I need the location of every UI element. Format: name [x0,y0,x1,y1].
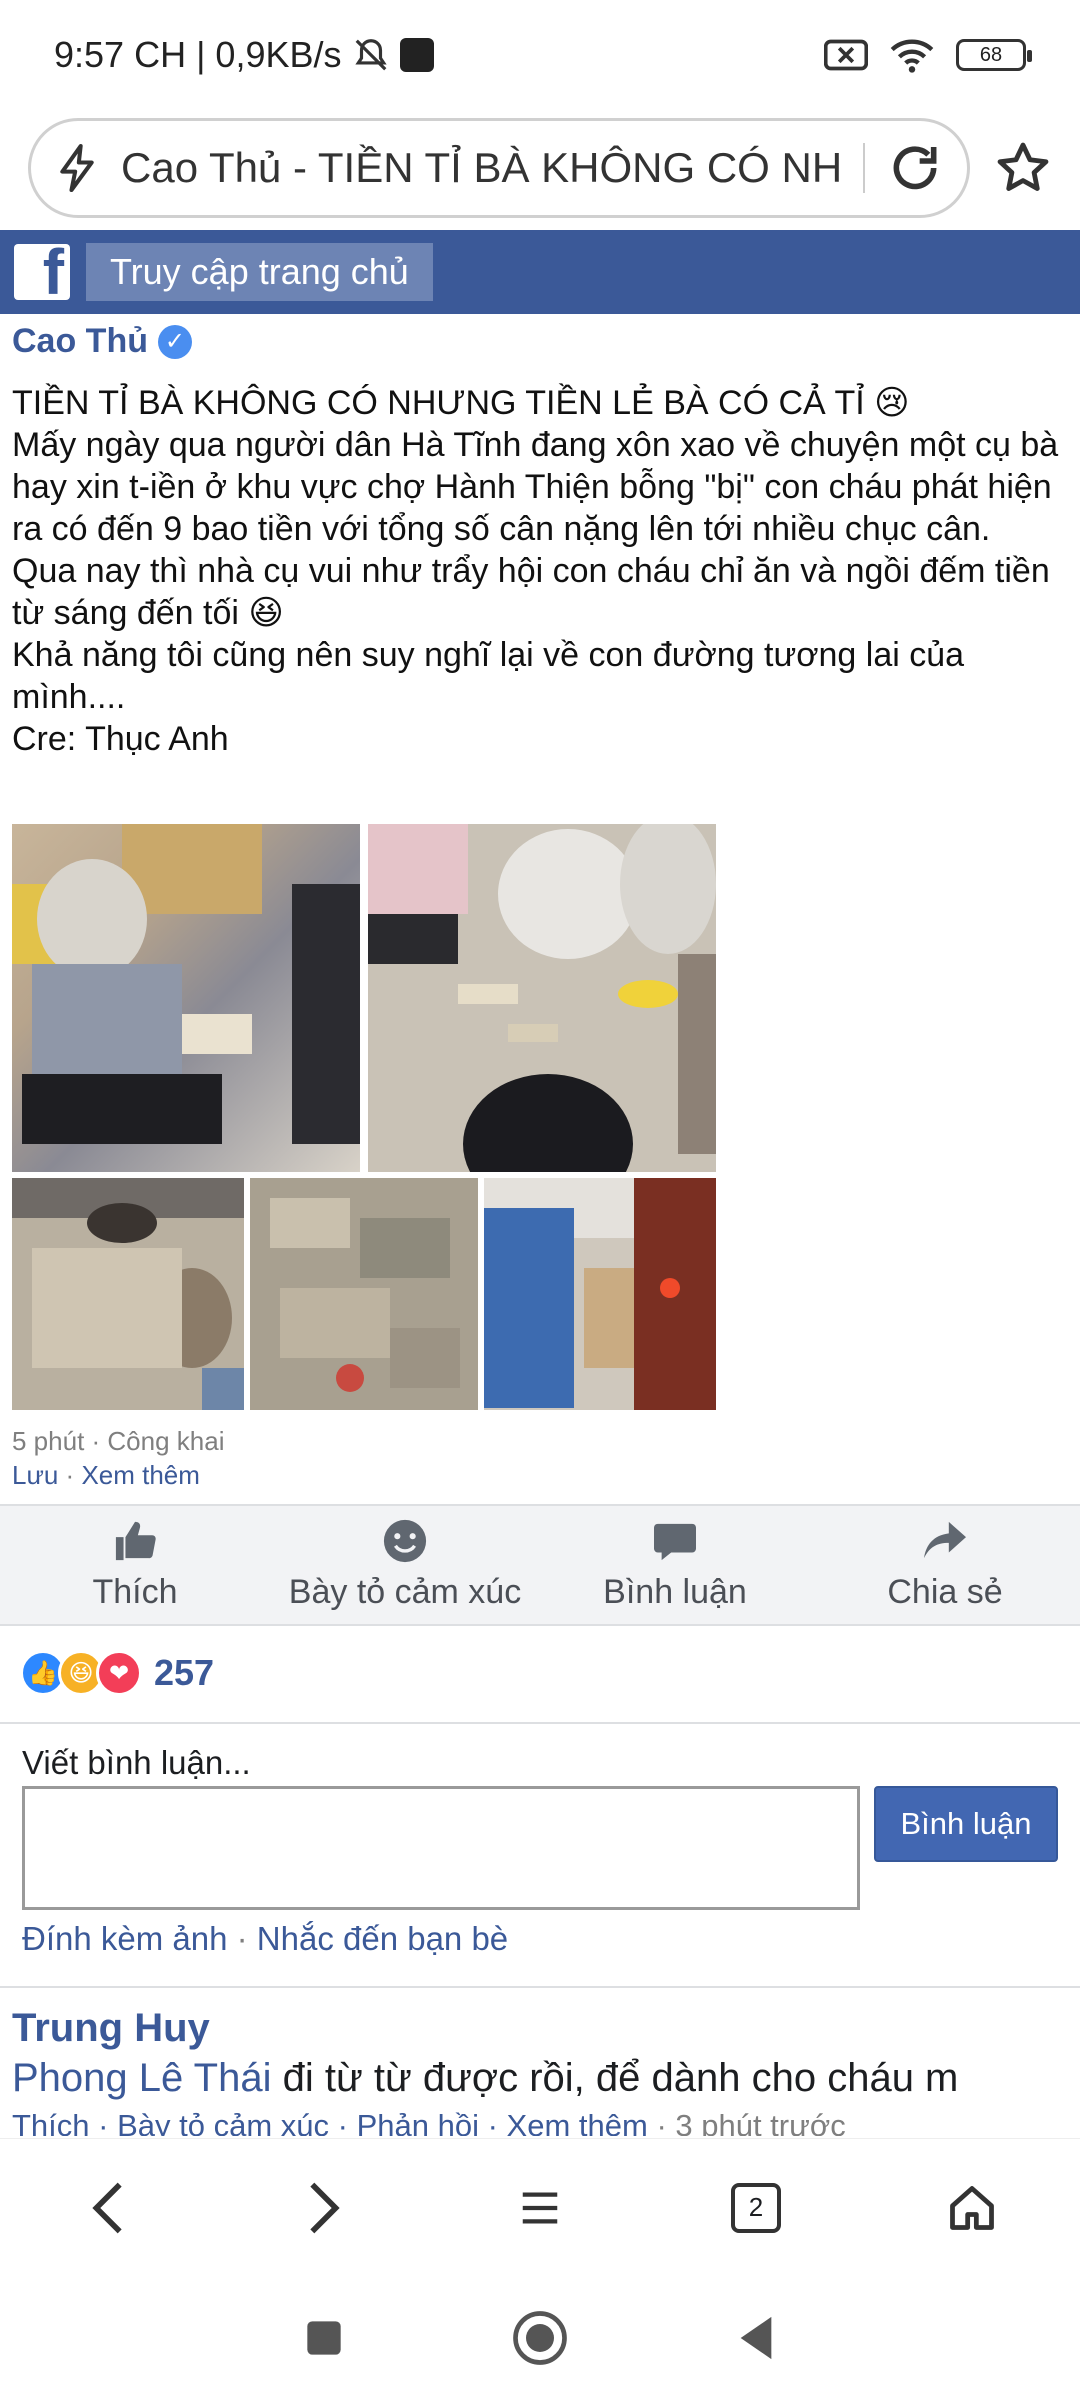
address-divider [863,143,865,193]
home-circle-icon[interactable] [512,2310,568,2366]
comment-input[interactable] [22,1786,860,1910]
post-time: 5 phút [12,1426,85,1456]
share-label: Chia sẻ [887,1572,1003,1611]
comment-body: đi từ từ được rồi, để dành cho cháu m [271,2056,959,2100]
post-line: Qua nay thì nhà cụ vui như trẩy hội con … [12,552,1050,632]
comment-author[interactable]: Trung Huy [12,2006,210,2051]
home-link[interactable]: Truy cập trang chủ [86,243,433,301]
chevron-left-icon [92,2182,122,2233]
like-label: Thích [92,1572,178,1611]
reload-icon[interactable] [887,140,943,196]
post-line: Mấy ngày qua người dân Hà Tĩnh đang xôn … [12,426,1059,548]
comment-react-link[interactable]: Bày tỏ cảm xúc [117,2108,329,2136]
divider [0,1722,1080,1724]
post-action-bar: Thích Bày tỏ cảm xúc Bình luận Chia sẻ [0,1504,1080,1626]
verified-badge-icon: ✓ [157,324,192,359]
comment-mention[interactable]: Phong Lê Thái [12,2056,271,2100]
status-bar: 9:57 CH | 0,9KB/s 68 [0,0,1080,110]
system-nav-bar [0,2276,1080,2400]
like-button[interactable]: Thích [0,1506,270,1624]
lightning-icon [60,143,94,193]
post-meta: 5 phút · Công khai [12,1426,225,1456]
tab-count-badge: 2 [731,2182,781,2233]
post-line: Cre: Thục Anh [12,720,229,758]
react-button[interactable]: Bày tỏ cảm xúc [270,1506,540,1624]
back-triangle-icon[interactable] [736,2315,776,2361]
post-privacy: Công khai [107,1426,225,1456]
post-text: TIỀN TỈ BÀ KHÔNG CÓ NHƯNG TIỀN LẺ BÀ CÓ … [12,382,1068,760]
comment-more-link[interactable]: Xem thêm [507,2108,648,2136]
home-button[interactable] [922,2158,1022,2258]
share-button[interactable]: Chia sẻ [810,1506,1080,1624]
photo-2-art [368,824,716,1172]
recents-square-icon[interactable] [304,2318,344,2358]
comment-label: Bình luận [603,1572,747,1611]
comment-prompt: Viết bình luận... [22,1744,251,1781]
tabs-button[interactable]: 2 [706,2158,806,2258]
forward-button[interactable] [274,2158,374,2258]
comment-bubble-icon [650,1519,700,1563]
post-author-row: Cao Thủ ✓ [12,322,192,361]
comment-time: 3 phút trước [675,2108,846,2136]
address-text[interactable]: Cao Thủ - TIỀN TỈ BÀ KHÔNG CÓ NHƯ [121,144,841,192]
menu-button[interactable] [490,2158,590,2258]
photo-3-art [12,1178,244,1410]
status-right: 68 [824,37,1032,73]
smiley-icon [380,1519,430,1563]
photo-4-art [270,1198,460,1392]
post-photo-1[interactable] [12,824,360,1172]
post-line: TIỀN TỈ BÀ KHÔNG CÓ NHƯNG TIỀN LẺ BÀ CÓ … [12,384,910,422]
attach-photo-link[interactable]: Đính kèm ảnh [22,1920,227,1957]
status-time-speed: 9:57 CH | 0,9KB/s [54,34,342,75]
home-icon [950,2185,994,2230]
post-photo-grid [12,824,716,1410]
post-photo-4[interactable] [250,1178,478,1410]
facebook-logo-icon[interactable]: f [14,244,70,300]
data-off-icon [824,39,868,71]
post-comment-button[interactable]: Bình luận [874,1786,1058,1862]
see-more-link[interactable]: Xem thêm [81,1460,200,1490]
battery-level: 68 [979,43,1003,66]
reaction-count: 257 [154,1652,215,1693]
browser-bottom-nav: 2 [0,2138,1080,2276]
back-button[interactable] [58,2158,158,2258]
love-reaction-icon: ❤ [96,1650,142,1696]
reactions-summary[interactable]: 👍 😆 ❤ 257 [20,1650,214,1696]
mention-friends-link[interactable]: Nhắc đến bạn bè [257,1920,508,1957]
photo-1-art [12,824,360,1144]
divider [0,1986,1080,1988]
post-line: Khả năng tôi cũng nên suy nghĩ lại về co… [12,636,965,716]
comment-like-link[interactable]: Thích [12,2108,90,2136]
comment-text: Phong Lê Thái đi từ từ được rồi, để dành… [12,2056,1080,2101]
react-label: Bày tỏ cảm xúc [288,1572,522,1611]
thumbs-up-icon [110,1519,160,1563]
comment-box-links: Đính kèm ảnh · Nhắc đến bạn bè [22,1920,509,1957]
bell-muted-icon [354,39,387,71]
comment-reply-link[interactable]: Phản hồi [357,2108,479,2136]
wifi-icon [890,39,934,73]
post-photo-5[interactable] [484,1178,716,1410]
battery-icon: 68 [956,39,1032,71]
share-arrow-icon [920,1519,970,1563]
comment-actions: Thích · Bày tỏ cảm xúc · Phản hồi · Xem … [12,2108,1080,2136]
notification-square-icon [399,38,434,72]
comment-button[interactable]: Bình luận [540,1506,810,1624]
tab-count: 2 [748,2192,764,2222]
status-left: 9:57 CH | 0,9KB/s [54,34,434,76]
address-bar[interactable]: Cao Thủ - TIỀN TỈ BÀ KHÔNG CÓ NHƯ [28,118,970,218]
browser-toolbar: Cao Thủ - TIỀN TỈ BÀ KHÔNG CÓ NHƯ [0,108,1080,228]
post-links: Lưu · Xem thêm [12,1460,200,1490]
facebook-header: f Truy cập trang chủ [0,230,1080,314]
post-author[interactable]: Cao Thủ [12,322,148,361]
post-photo-3[interactable] [12,1178,244,1410]
chevron-right-icon [310,2182,340,2233]
bookmark-star-icon[interactable] [994,139,1052,197]
save-link[interactable]: Lưu [12,1460,58,1490]
post-photo-2[interactable] [368,824,716,1172]
facebook-logo-letter: f [42,244,64,300]
menu-icon [522,2191,558,2224]
photo-5-art [484,1178,716,1410]
